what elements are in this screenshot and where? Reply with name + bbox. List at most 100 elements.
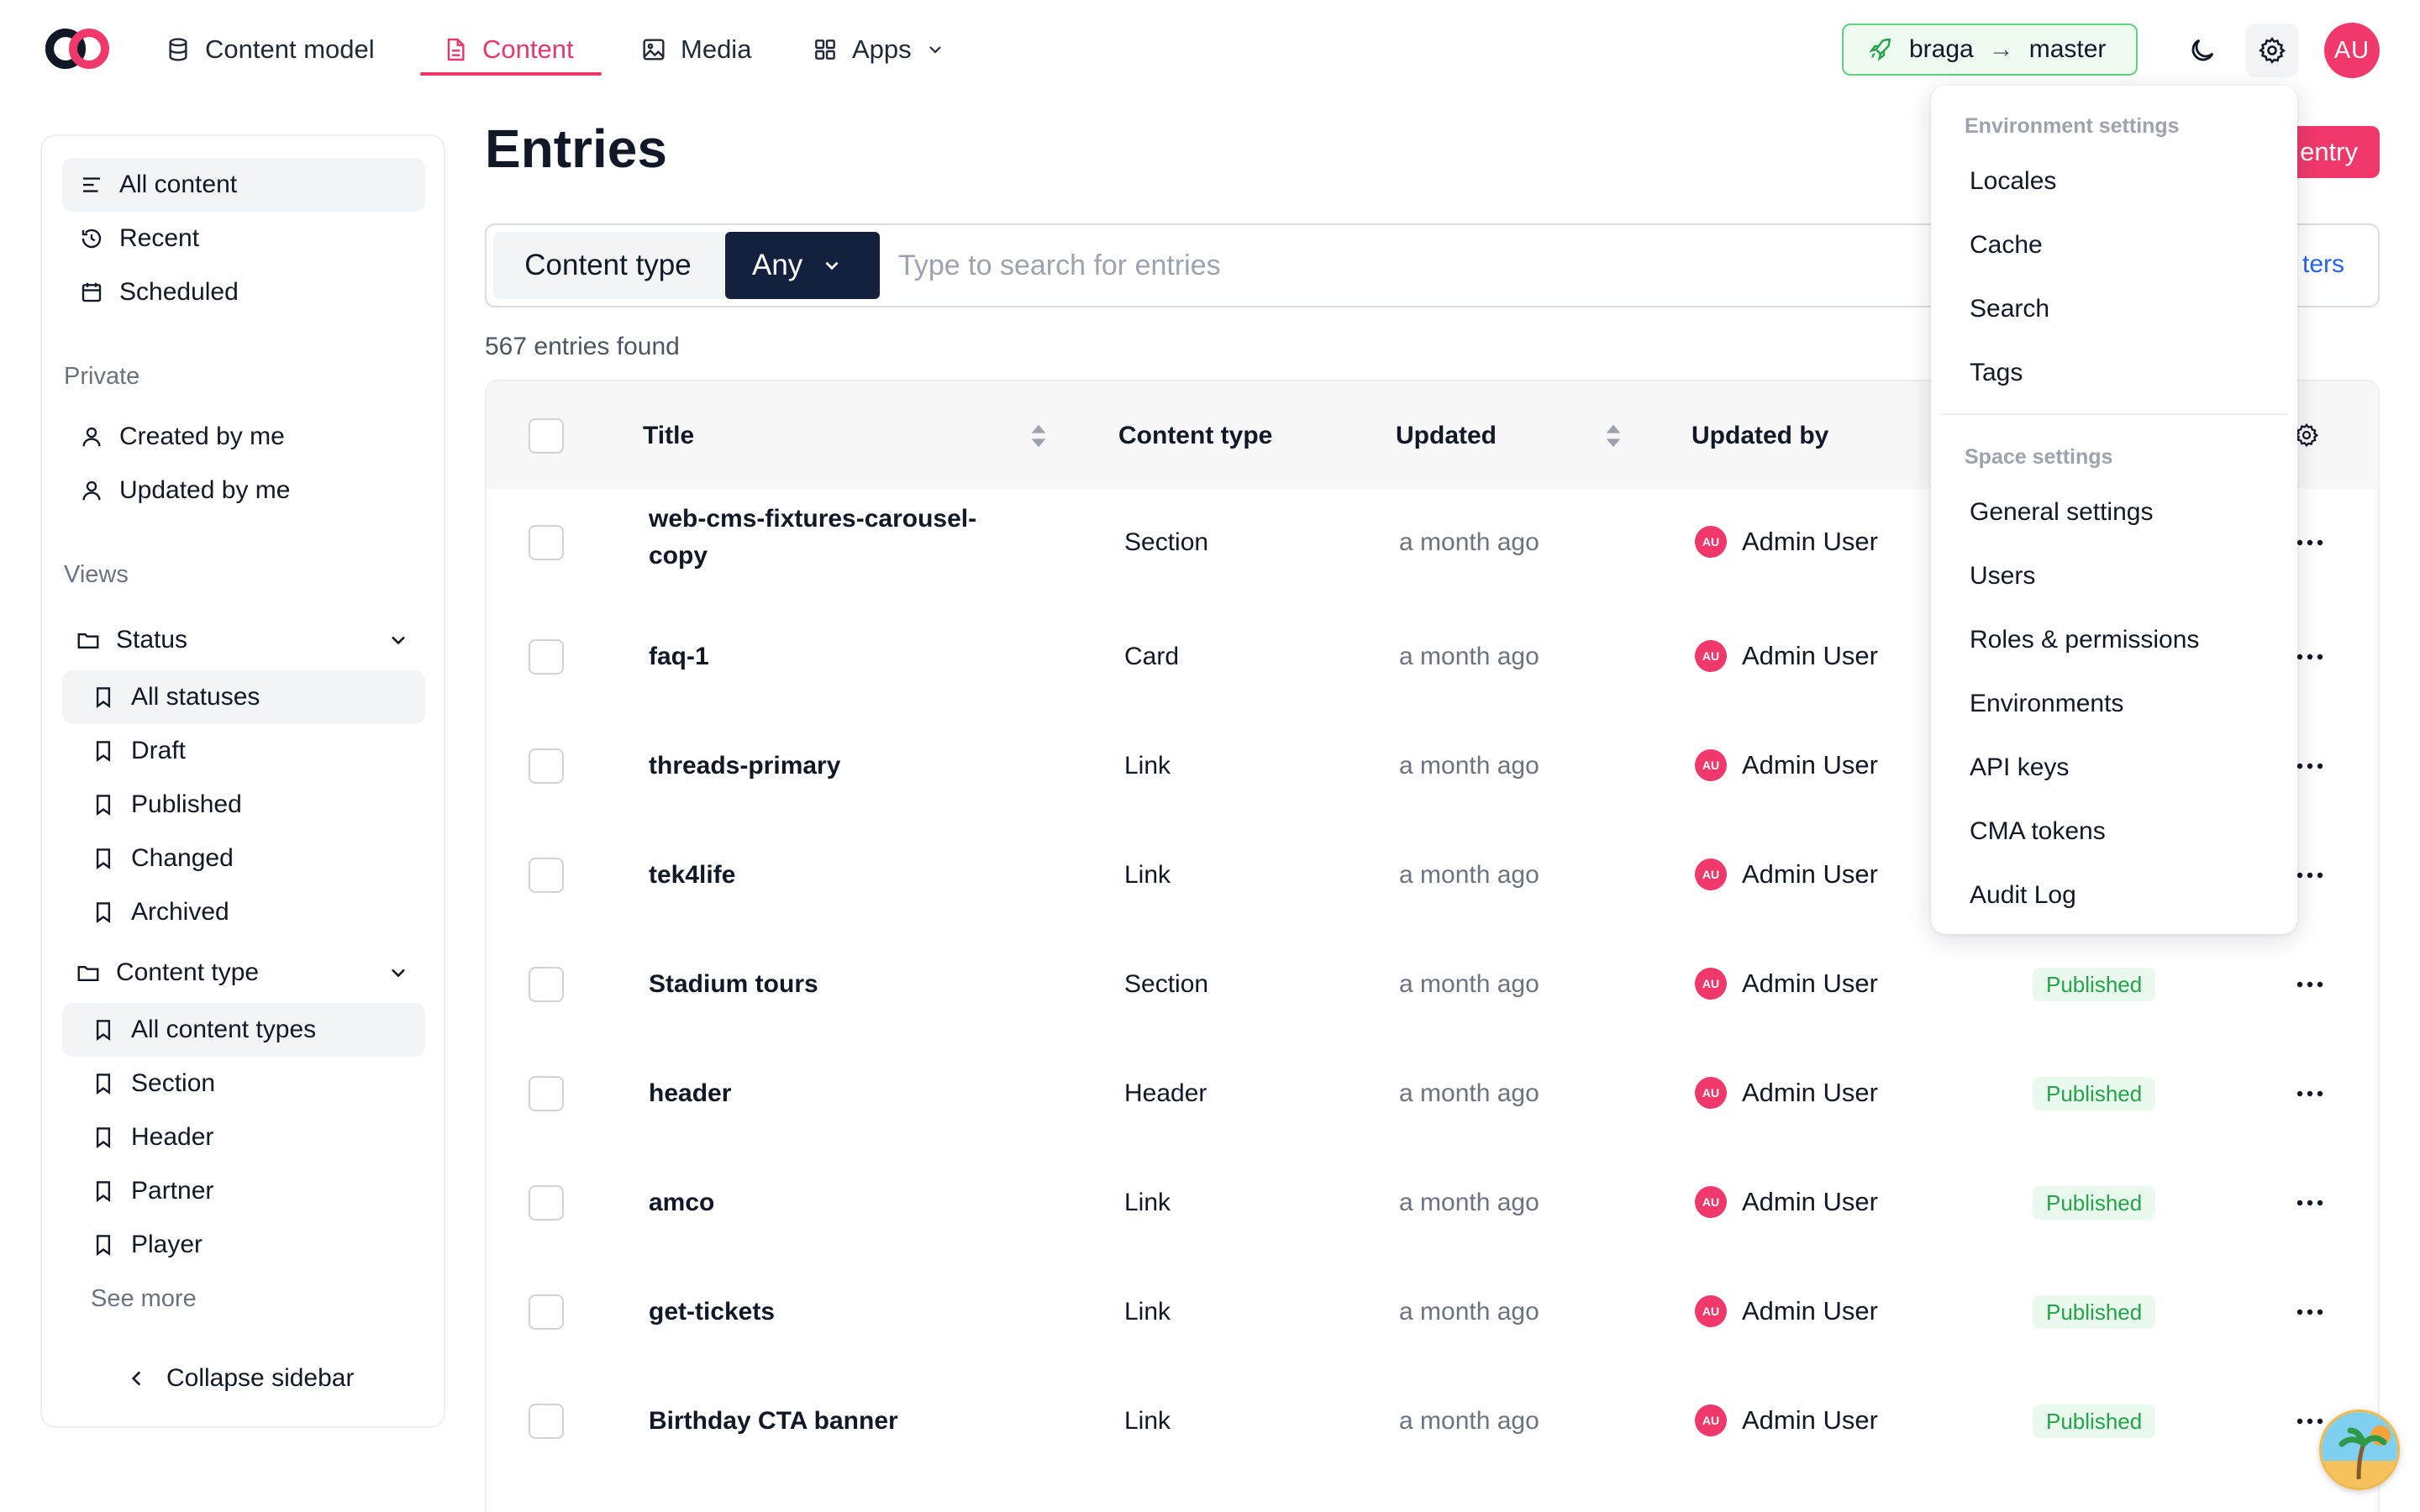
row-checkbox[interactable]: [529, 639, 564, 675]
menu-item-users[interactable]: Users: [1943, 549, 2286, 603]
sort-icon[interactable]: [1604, 423, 1623, 449]
nav-apps[interactable]: Apps: [812, 25, 945, 74]
table-row[interactable]: get-tickets Link a month ago AU Admin User Pu…: [487, 1258, 2378, 1366]
status-badge: Published: [2033, 1404, 2156, 1438]
entry-title[interactable]: Birthday CTA banner: [649, 1403, 1018, 1440]
settings-button[interactable]: [2245, 24, 2299, 77]
sidebar-item-all-content-types[interactable]: All content types: [62, 1003, 425, 1057]
row-checkbox[interactable]: [529, 1294, 564, 1330]
bookmark-icon: [96, 1127, 111, 1148]
menu-item-general-settings[interactable]: General settings: [1943, 486, 2286, 539]
sidebar-item-published[interactable]: Published: [62, 778, 425, 832]
sidebar-group-status[interactable]: Status: [62, 613, 425, 667]
folder-icon: [77, 965, 99, 981]
sidebar-item-archived[interactable]: Archived: [62, 885, 425, 939]
content-type-select[interactable]: Any: [725, 232, 880, 299]
more-horizontal-icon[interactable]: [2295, 538, 2325, 547]
more-horizontal-icon[interactable]: [2295, 1308, 2325, 1316]
sidebar-item-label: Updated by me: [119, 476, 291, 504]
more-horizontal-icon[interactable]: [2295, 1089, 2325, 1098]
menu-item-audit-log[interactable]: Audit Log: [1943, 869, 2286, 922]
more-horizontal-icon[interactable]: [2295, 980, 2325, 989]
table-row[interactable]: Birthday CTA banner Link a month ago AU Admi…: [487, 1368, 2378, 1475]
entry-updated: a month ago: [1399, 861, 1539, 889]
sidebar-heading-private: Private: [64, 363, 140, 390]
menu-item-tags[interactable]: Tags: [1943, 346, 2286, 400]
row-checkbox[interactable]: [529, 525, 564, 560]
entry-title[interactable]: header: [649, 1075, 1018, 1112]
nav-media[interactable]: Media: [640, 25, 751, 74]
avatar: AU: [1695, 526, 1727, 558]
chevron-down-icon: [929, 46, 941, 54]
status-badge: Published: [2033, 1186, 2156, 1220]
user-icon: [82, 480, 101, 501]
menu-item-search[interactable]: Search: [1943, 282, 2286, 336]
entry-title[interactable]: faq-1: [649, 638, 1018, 675]
row-checkbox[interactable]: [529, 1185, 564, 1221]
column-updated[interactable]: Updated: [1396, 422, 1497, 450]
entry-updated-by-name: Admin User: [1742, 1405, 1878, 1435]
environment-switcher[interactable]: braga → master: [1842, 24, 2138, 76]
sidebar-item-all-content[interactable]: All content: [62, 158, 425, 212]
select-all-checkbox[interactable]: [529, 418, 564, 454]
user-avatar[interactable]: AU: [2324, 23, 2380, 78]
entry-title[interactable]: tek4life: [649, 857, 1018, 894]
sidebar-item-label: All content types: [131, 1016, 317, 1043]
nav-content-model[interactable]: Content model: [165, 25, 375, 74]
sort-icon[interactable]: [1029, 423, 1048, 449]
sidebar-item-partner[interactable]: Partner: [62, 1164, 425, 1218]
theme-toggle-button[interactable]: [2175, 24, 2229, 77]
sidebar-item-player[interactable]: Player: [62, 1218, 425, 1272]
row-checkbox[interactable]: [529, 1076, 564, 1111]
entry-updated-by-name: Admin User: [1742, 1296, 1878, 1326]
logo-icon[interactable]: [44, 24, 113, 74]
search-input[interactable]: [898, 242, 1907, 289]
table-row[interactable]: amco Link a month ago AU Admin User Published: [487, 1149, 2378, 1257]
sidebar-item-changed[interactable]: Changed: [62, 832, 425, 885]
more-horizontal-icon[interactable]: [2295, 871, 2325, 879]
content-type-select-value: Any: [752, 249, 803, 281]
sidebar-item-section[interactable]: Section: [62, 1057, 425, 1110]
more-horizontal-icon[interactable]: [2295, 653, 2325, 661]
nav-apps-label: Apps: [852, 34, 912, 64]
entry-updated-by-name: Admin User: [1742, 1187, 1878, 1216]
entry-title[interactable]: web-cms-fixtures-carousel-copy: [649, 501, 1018, 575]
more-horizontal-icon[interactable]: [2295, 1199, 2325, 1207]
row-checkbox[interactable]: [529, 1404, 564, 1439]
more-horizontal-icon[interactable]: [2295, 762, 2325, 770]
see-more-link[interactable]: See more: [91, 1285, 197, 1313]
table-row[interactable]: Stadium tours Section a month ago AU Admin U…: [487, 931, 2378, 1038]
entry-title[interactable]: get-tickets: [649, 1294, 1018, 1331]
filters-link[interactable]: ters: [2302, 250, 2344, 279]
environment-name: master: [2028, 35, 2107, 63]
sidebar-item-created-by-me[interactable]: Created by me: [62, 410, 425, 464]
table-row[interactable]: header Header a month ago AU Admin User Publi…: [487, 1040, 2378, 1147]
menu-item-api-keys[interactable]: API keys: [1943, 741, 2286, 795]
sidebar-group-content-type[interactable]: Content type: [62, 946, 425, 1000]
entry-title[interactable]: amco: [649, 1184, 1018, 1221]
entry-title[interactable]: Stadium tours: [649, 966, 1018, 1003]
sidebar-item-recent[interactable]: Recent: [62, 212, 425, 265]
row-checkbox[interactable]: [529, 858, 564, 893]
sidebar-item-scheduled[interactable]: Scheduled: [62, 265, 425, 319]
row-checkbox[interactable]: [529, 967, 564, 1002]
sidebar-item-draft[interactable]: Draft: [62, 724, 425, 778]
sidebar-item-updated-by-me[interactable]: Updated by me: [62, 464, 425, 517]
menu-item-cma-tokens[interactable]: CMA tokens: [1943, 805, 2286, 858]
more-horizontal-icon[interactable]: [2295, 1417, 2325, 1425]
menu-item-environments[interactable]: Environments: [1943, 677, 2286, 731]
sidebar-item-header[interactable]: Header: [62, 1110, 425, 1164]
assistant-avatar[interactable]: [2319, 1410, 2400, 1490]
nav-content[interactable]: Content: [442, 25, 574, 74]
menu-item-roles-permissions[interactable]: Roles & permissions: [1943, 613, 2286, 667]
avatar: AU: [1695, 858, 1727, 890]
menu-item-cache[interactable]: Cache: [1943, 218, 2286, 272]
sidebar-item-all-statuses[interactable]: All statuses: [62, 670, 425, 724]
grid-icon: [815, 39, 835, 60]
entry-updated-by-name: Admin User: [1742, 859, 1878, 889]
menu-item-locales[interactable]: Locales: [1943, 155, 2286, 208]
row-checkbox[interactable]: [529, 748, 564, 784]
collapse-sidebar-button[interactable]: Collapse sidebar: [126, 1364, 354, 1393]
column-title[interactable]: Title: [643, 422, 694, 450]
entry-title[interactable]: threads-primary: [649, 748, 1018, 785]
